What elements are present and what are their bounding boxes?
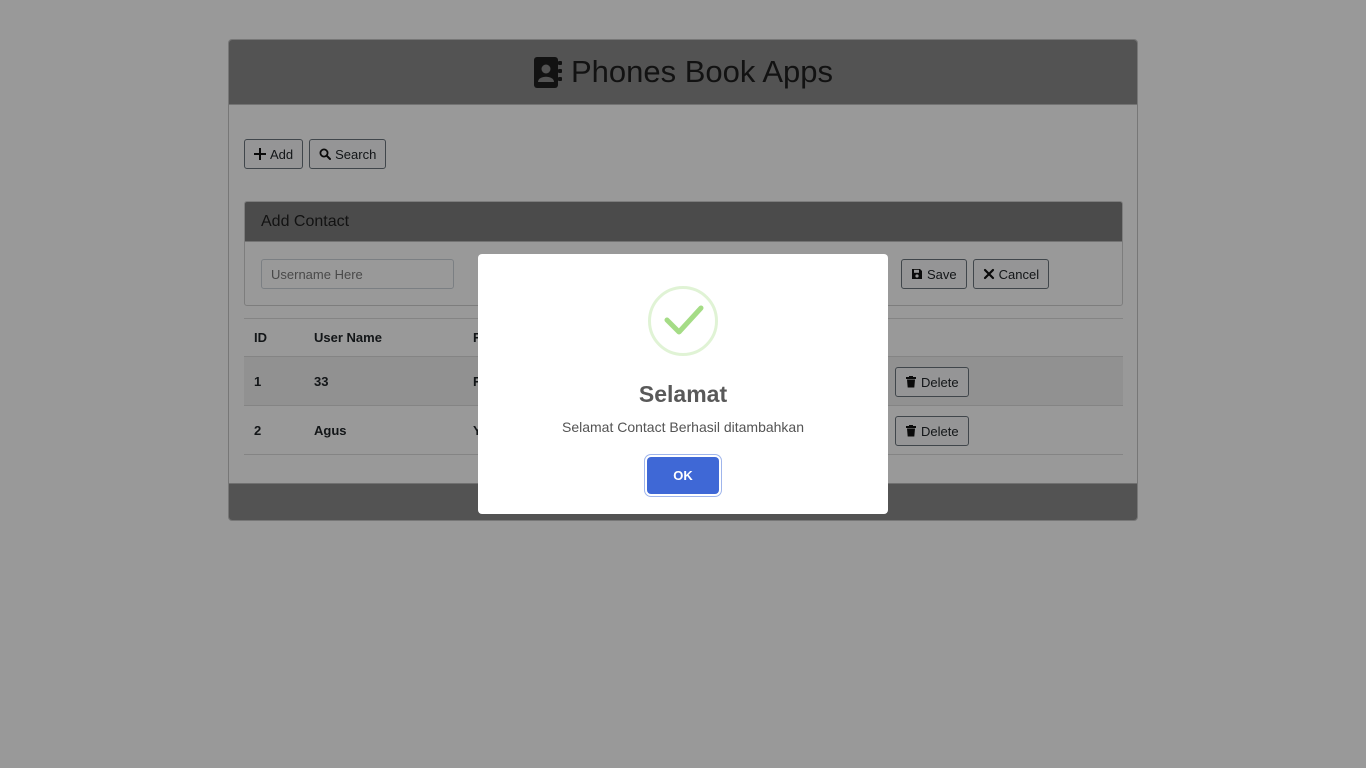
dialog-message: Selamat Contact Berhasil ditambahkan — [561, 419, 805, 435]
success-dialog: Selamat Selamat Contact Berhasil ditamba… — [478, 254, 888, 514]
dialog-title: Selamat — [638, 381, 728, 407]
ok-button[interactable]: OK — [647, 457, 719, 494]
success-check-icon — [648, 286, 718, 356]
